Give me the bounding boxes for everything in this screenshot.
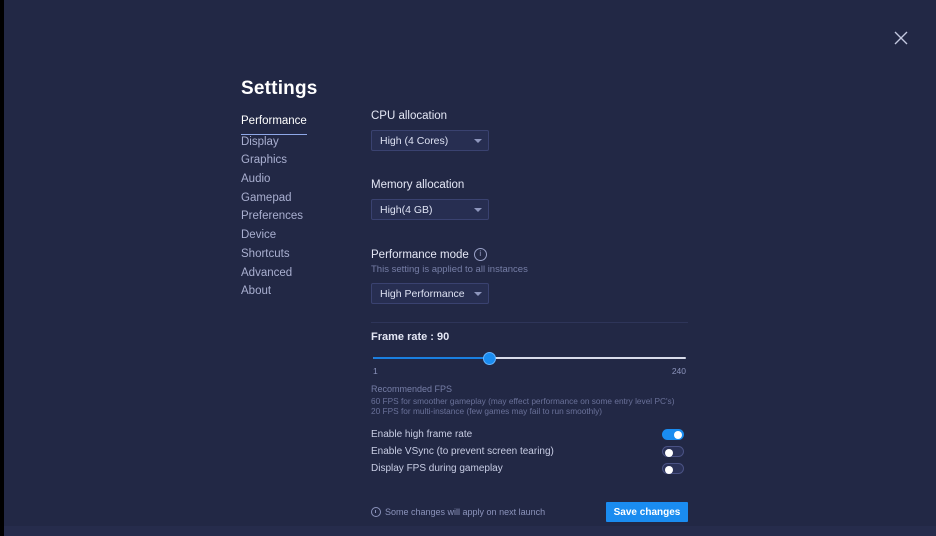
info-icon[interactable] (473, 248, 487, 261)
toggle-row-display-fps: Display FPS during gameplay (371, 460, 684, 477)
performance-mode-label: Performance mode (371, 248, 691, 261)
settings-footer: Some changes will apply on next launch S… (371, 502, 688, 522)
performance-mode-hint: This setting is applied to all instances (371, 264, 528, 275)
toggle-vsync[interactable] (662, 446, 684, 457)
cpu-allocation-group: CPU allocation High (4 Cores) (371, 110, 691, 151)
next-launch-note-text: Some changes will apply on next launch (385, 507, 546, 517)
chevron-down-icon (474, 207, 482, 212)
settings-content: CPU allocation High (4 Cores) Memory all… (371, 110, 691, 522)
sidebar-item-preferences[interactable]: Preferences (241, 209, 303, 228)
memory-allocation-label: Memory allocation (371, 179, 465, 191)
sidebar-item-advanced[interactable]: Advanced (241, 266, 292, 285)
sidebar-item-device[interactable]: Device (241, 228, 276, 247)
frame-rate-group: Frame rate : 90 1 240 Recommended FPS 60… (371, 331, 686, 416)
settings-window: Settings Performance Display Graphics Au… (4, 0, 936, 536)
sidebar-item-display[interactable]: Display (241, 135, 279, 154)
settings-sidebar: Performance Display Graphics Audio Gamep… (241, 114, 351, 303)
recommended-fps-title: Recommended FPS (371, 384, 453, 394)
slider-track-fill (373, 357, 490, 359)
next-launch-note: Some changes will apply on next launch (371, 507, 545, 517)
sidebar-item-audio[interactable]: Audio (241, 172, 270, 191)
toggle-label: Display FPS during gameplay (371, 463, 503, 474)
toggle-high-frame-rate[interactable] (662, 429, 684, 440)
memory-allocation-group: Memory allocation High(4 GB) (371, 179, 691, 220)
slider-min-label: 1 (373, 366, 378, 376)
toggle-list: Enable high frame rate Enable VSync (to … (371, 426, 684, 477)
performance-mode-label-text: Performance mode (371, 248, 469, 261)
toggle-knob (665, 465, 673, 474)
performance-mode-group: Performance mode This setting is applied… (371, 248, 691, 304)
toggle-label: Enable high frame rate (371, 429, 473, 440)
performance-mode-value: High Performance (380, 287, 465, 300)
performance-mode-select[interactable]: High Performance (371, 283, 489, 304)
memory-allocation-value: High(4 GB) (380, 203, 433, 216)
recommended-fps-body: 60 FPS for smoother gameplay (may effect… (371, 396, 675, 416)
slider-max-label: 240 (671, 366, 686, 376)
toggle-label: Enable VSync (to prevent screen tearing) (371, 446, 554, 457)
toggle-display-fps[interactable] (662, 463, 684, 474)
frame-rate-slider[interactable] (371, 352, 686, 365)
page-title: Settings (241, 78, 318, 99)
chevron-down-icon (474, 291, 482, 296)
cpu-allocation-label: CPU allocation (371, 110, 448, 122)
sidebar-item-graphics[interactable]: Graphics (241, 153, 287, 172)
toggle-row-high-frame-rate: Enable high frame rate (371, 426, 684, 443)
sidebar-item-performance[interactable]: Performance (241, 114, 307, 135)
sidebar-item-about[interactable]: About (241, 284, 271, 303)
save-changes-button[interactable]: Save changes (606, 502, 688, 522)
section-divider (371, 322, 688, 323)
frame-rate-title: Frame rate : 90 (371, 331, 450, 343)
slider-range-labels: 1 240 (371, 366, 686, 378)
close-icon[interactable] (890, 27, 912, 49)
toggle-knob (674, 430, 682, 439)
cpu-allocation-select[interactable]: High (4 Cores) (371, 130, 489, 151)
sidebar-item-shortcuts[interactable]: Shortcuts (241, 247, 290, 266)
chevron-down-icon (474, 138, 482, 143)
memory-allocation-select[interactable]: High(4 GB) (371, 199, 489, 220)
window-bottom-strip (4, 526, 936, 536)
cpu-allocation-value: High (4 Cores) (380, 134, 449, 147)
slider-thumb[interactable] (483, 352, 496, 365)
toggle-knob (665, 448, 673, 457)
sidebar-item-gamepad[interactable]: Gamepad (241, 191, 292, 210)
info-circle-icon (371, 507, 381, 517)
toggle-row-vsync: Enable VSync (to prevent screen tearing) (371, 443, 684, 460)
